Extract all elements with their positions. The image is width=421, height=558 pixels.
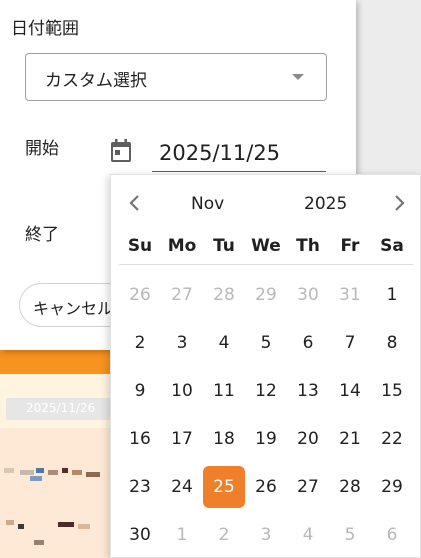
weekday-thu: Th bbox=[296, 236, 320, 256]
background-page bbox=[355, 0, 421, 174]
day-cell[interactable]: 30 bbox=[287, 274, 329, 316]
day-cell[interactable]: 7 bbox=[329, 322, 371, 364]
day-cell[interactable]: 28 bbox=[203, 274, 245, 316]
year-label[interactable]: 2025 bbox=[304, 194, 347, 214]
day-cell[interactable]: 20 bbox=[287, 418, 329, 460]
day-cell[interactable]: 8 bbox=[371, 322, 413, 364]
day-cell[interactable]: 26 bbox=[245, 466, 287, 508]
day-cell[interactable]: 15 bbox=[371, 370, 413, 412]
weekday-sun: Su bbox=[127, 236, 153, 256]
day-cell[interactable]: 6 bbox=[287, 322, 329, 364]
day-cell[interactable]: 19 bbox=[245, 418, 287, 460]
day-cell[interactable]: 2 bbox=[119, 322, 161, 364]
day-cell[interactable]: 14 bbox=[329, 370, 371, 412]
day-cell[interactable]: 29 bbox=[371, 466, 413, 508]
day-cell[interactable]: 27 bbox=[161, 274, 203, 316]
weekday-header: Su Mo Tu We Th Fr Sa bbox=[119, 233, 413, 265]
date-picker-calendar: Nov 2025 Su Mo Tu We Th Fr Sa 26 27 28 29 30… bbox=[110, 174, 421, 558]
start-date-input[interactable]: 2025/11/25 bbox=[152, 138, 326, 172]
day-cell[interactable]: 5 bbox=[329, 514, 371, 556]
day-cell[interactable]: 2 bbox=[203, 514, 245, 556]
calendar-icon[interactable] bbox=[110, 139, 132, 163]
day-cell[interactable]: 3 bbox=[161, 322, 203, 364]
date-chip-label: 2025/11/26 bbox=[26, 401, 96, 415]
weekday-fri: Fr bbox=[340, 236, 360, 256]
day-cell[interactable]: 24 bbox=[161, 466, 203, 508]
range-type-value: カスタム選択 bbox=[45, 71, 147, 91]
day-cell[interactable]: 18 bbox=[203, 418, 245, 460]
day-cell[interactable]: 4 bbox=[203, 322, 245, 364]
day-cell[interactable]: 11 bbox=[203, 370, 245, 412]
day-cell[interactable]: 31 bbox=[329, 274, 371, 316]
day-cell[interactable]: 4 bbox=[287, 514, 329, 556]
day-cell[interactable]: 1 bbox=[161, 514, 203, 556]
weekday-sat: Sa bbox=[380, 236, 404, 256]
start-date-value: 2025/11/25 bbox=[159, 141, 281, 165]
dialog-title: 日付範囲 bbox=[11, 19, 79, 39]
weekday-mon: Mo bbox=[167, 236, 197, 256]
day-cell[interactable]: 27 bbox=[287, 466, 329, 508]
day-cell[interactable]: 6 bbox=[371, 514, 413, 556]
start-label: 開始 bbox=[25, 139, 59, 159]
range-type-select[interactable]: カスタム選択 bbox=[25, 53, 327, 101]
day-cell[interactable]: 5 bbox=[245, 322, 287, 364]
day-cell[interactable]: 13 bbox=[287, 370, 329, 412]
end-label: 終了 bbox=[25, 225, 59, 245]
day-cell[interactable]: 23 bbox=[119, 466, 161, 508]
date-chip: 2025/11/26 bbox=[6, 398, 110, 420]
month-label[interactable]: Nov bbox=[191, 194, 224, 214]
cancel-button-label: キャンセル bbox=[33, 299, 114, 318]
day-cell[interactable]: 10 bbox=[161, 370, 203, 412]
day-cell[interactable]: 16 bbox=[119, 418, 161, 460]
chevron-right-icon[interactable] bbox=[389, 191, 409, 215]
day-cell[interactable]: 3 bbox=[245, 514, 287, 556]
day-cell[interactable]: 1 bbox=[371, 274, 413, 316]
day-cell[interactable]: 28 bbox=[329, 466, 371, 508]
day-cell-selected[interactable]: 25 bbox=[203, 466, 245, 508]
background-header-bar bbox=[0, 350, 110, 374]
weekday-wed: We bbox=[251, 236, 281, 256]
day-cell[interactable]: 22 bbox=[371, 418, 413, 460]
dropdown-caret-icon bbox=[292, 74, 304, 80]
day-cell[interactable]: 17 bbox=[161, 418, 203, 460]
day-cell[interactable]: 21 bbox=[329, 418, 371, 460]
day-cell[interactable]: 9 bbox=[119, 370, 161, 412]
chevron-left-icon[interactable] bbox=[125, 191, 145, 215]
day-cell[interactable]: 26 bbox=[119, 274, 161, 316]
weekday-tue: Tu bbox=[213, 236, 235, 256]
day-cell[interactable]: 29 bbox=[245, 274, 287, 316]
day-cell[interactable]: 30 bbox=[119, 514, 161, 556]
blurred-content bbox=[0, 428, 110, 558]
day-cell[interactable]: 12 bbox=[245, 370, 287, 412]
